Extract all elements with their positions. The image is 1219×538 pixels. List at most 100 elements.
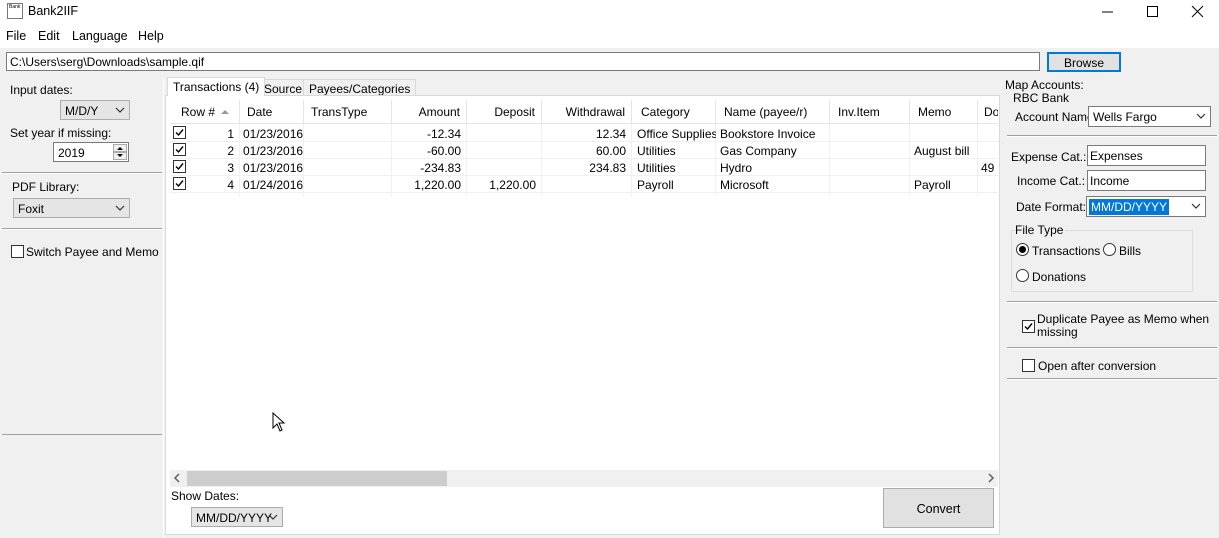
column-header-date[interactable]: Date	[240, 100, 304, 124]
income-cat-field[interactable]: Income	[1087, 170, 1206, 191]
show-dates-select[interactable]: MM/DD/YYYY	[191, 507, 283, 527]
menu-file[interactable]: File	[6, 29, 26, 43]
browse-button[interactable]: Browse	[1047, 52, 1121, 72]
show-dates-label: Show Dates:	[171, 489, 240, 503]
cell-date: 01/24/2016	[243, 178, 304, 192]
open-after-checkbox[interactable]	[1022, 359, 1035, 372]
account-name-select[interactable]: Wells Fargo	[1088, 106, 1211, 127]
scroll-right-icon[interactable]	[986, 473, 996, 483]
input-dates-value: M/D/Y	[65, 104, 99, 118]
checkmark-icon	[1024, 323, 1033, 331]
divider	[1007, 347, 1217, 349]
cell-doc: 49	[981, 161, 995, 175]
cell-category: Payroll	[637, 178, 674, 192]
splitter[interactable]	[163, 78, 164, 538]
radio-selected-dot	[1019, 246, 1026, 253]
cell-deposit	[467, 142, 542, 159]
cell-amount: 1,220.00	[414, 178, 461, 192]
input-dates-select[interactable]: M/D/Y	[60, 100, 130, 120]
cell-transtype	[304, 142, 392, 159]
date-format-label: Date Format:	[1016, 200, 1087, 214]
divider	[1007, 135, 1217, 137]
year-down-button[interactable]	[113, 152, 127, 160]
close-button[interactable]	[1174, 0, 1219, 24]
duplicate-payee-label-line2: missing	[1037, 325, 1078, 339]
column-header-category[interactable]: Category	[632, 100, 716, 124]
duplicate-payee-checkbox[interactable]	[1022, 320, 1035, 333]
radio-transactions[interactable]	[1016, 243, 1029, 256]
divider	[2, 434, 162, 435]
sort-ascending-icon	[221, 110, 230, 114]
cell-memo: August bill	[914, 144, 970, 158]
cell-inv-item	[830, 125, 910, 142]
cell-doc	[978, 176, 998, 193]
column-header-doc[interactable]: Do	[978, 100, 998, 124]
menu-help[interactable]: Help	[138, 29, 164, 43]
year-up-button[interactable]	[113, 144, 127, 152]
cell-inv-item	[830, 176, 910, 193]
minimize-button[interactable]	[1084, 0, 1130, 24]
chevron-down-icon	[1196, 113, 1206, 119]
expense-cat-label: Expense Cat.:	[1011, 150, 1087, 164]
menu-language[interactable]: Language	[72, 29, 128, 43]
cell-name: Microsoft	[720, 178, 769, 192]
expense-cat-field[interactable]: Expenses	[1087, 145, 1206, 166]
column-header-transtype[interactable]: TransType	[304, 100, 392, 124]
cell-date: 01/23/2016	[243, 127, 304, 141]
chevron-up-icon	[117, 147, 123, 150]
chevron-down-icon	[268, 514, 278, 520]
convert-button[interactable]: Convert	[883, 488, 994, 528]
column-header-inv-item[interactable]: Inv.Item	[830, 100, 910, 124]
cell-name: Gas Company	[720, 144, 797, 158]
minimize-icon	[1102, 11, 1113, 13]
title-bar: Bank Bank2IIF	[0, 0, 1219, 24]
file-type-label: File Type	[1015, 223, 1066, 237]
cell-inv-item	[830, 142, 910, 159]
cell-row: 3	[227, 161, 234, 175]
cell-withdrawal: 12.34	[595, 127, 626, 141]
cell-withdrawal: 60.00	[595, 144, 626, 158]
cell-deposit: 1,220.00	[489, 178, 536, 192]
chevron-down-icon	[1191, 203, 1201, 209]
menu-edit[interactable]: Edit	[38, 29, 60, 43]
pdf-library-label: PDF Library:	[12, 180, 80, 194]
chevron-down-icon	[117, 154, 123, 157]
maximize-button[interactable]	[1129, 0, 1175, 24]
scrollbar-thumb[interactable]	[187, 471, 447, 486]
divider	[2, 228, 162, 230]
file-path-text: C:\Users\serg\Downloads\sample.qif	[10, 55, 205, 69]
scroll-left-icon[interactable]	[172, 473, 182, 483]
pdf-library-select[interactable]: Foxit	[13, 198, 130, 218]
cell-inv-item	[830, 159, 910, 176]
cell-transtype	[304, 125, 392, 142]
set-year-label: Set year if missing:	[10, 126, 112, 140]
column-header-deposit[interactable]: Deposit	[467, 100, 542, 124]
income-cat-value: Income	[1090, 174, 1130, 188]
cell-category: Office Supplies	[637, 127, 716, 141]
cell-row: 1	[227, 127, 234, 141]
file-path-field[interactable]: C:\Users\serg\Downloads\sample.qif	[6, 52, 1040, 71]
chevron-down-icon	[115, 107, 125, 113]
close-icon	[1191, 5, 1204, 18]
column-header-row[interactable]: Row #	[170, 100, 240, 124]
column-header-withdrawal[interactable]: Withdrawal	[542, 100, 632, 124]
column-header-memo[interactable]: Memo	[910, 100, 978, 124]
column-header-name[interactable]: Name (payee/r)	[716, 100, 830, 124]
cell-name: Hydro	[720, 161, 753, 175]
radio-donations[interactable]	[1016, 269, 1029, 282]
tab-transactions[interactable]: Transactions (4)	[167, 77, 266, 96]
income-cat-label: Income Cat.:	[1017, 174, 1086, 188]
year-stepper[interactable]: 2019	[53, 142, 129, 162]
cell-doc	[978, 125, 998, 142]
cell-memo	[910, 159, 978, 176]
radio-bills[interactable]	[1103, 243, 1116, 256]
cell-amount: -60.00	[426, 144, 461, 158]
cell-memo	[910, 125, 978, 142]
switch-payee-memo-checkbox[interactable]	[11, 245, 24, 258]
show-dates-value: MM/DD/YYYY	[196, 511, 273, 525]
cell-withdrawal: 234.83	[589, 161, 626, 175]
date-format-select[interactable]: MM/DD/YYYY	[1086, 196, 1206, 217]
pdf-library-value: Foxit	[18, 202, 45, 216]
divider	[1007, 301, 1217, 303]
column-header-amount[interactable]: Amount	[392, 100, 467, 124]
